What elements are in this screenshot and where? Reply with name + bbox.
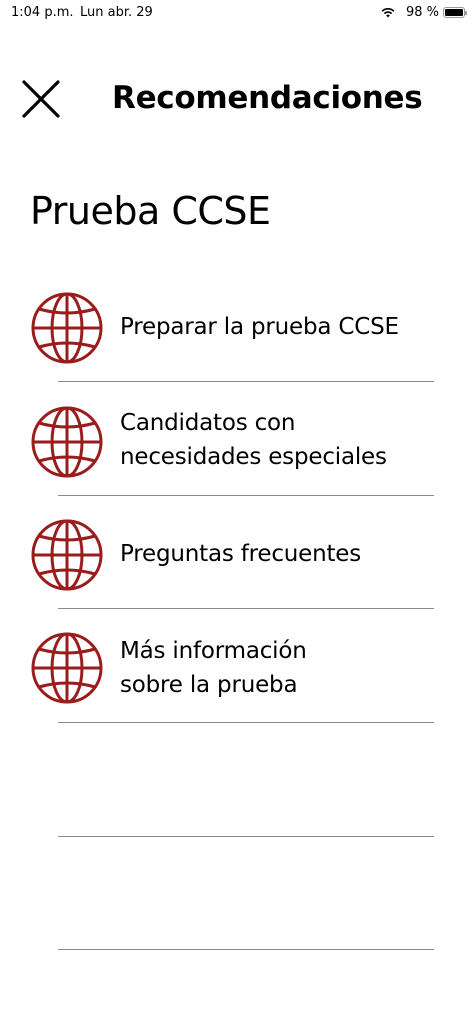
menu-item-label: Más información sobre la prueba [120,634,307,702]
globe-icon [31,406,103,478]
menu-item-label-line1: Preguntas frecuentes [120,541,362,567]
globe-icon [31,292,103,364]
divider [58,722,434,723]
battery-icon [443,7,467,18]
menu-item-label-line1: Más información [120,638,307,664]
close-icon [22,80,60,118]
close-button[interactable] [18,76,64,122]
menu-item-preparar[interactable]: Preparar la prueba CCSE [0,269,473,382]
section-title: Prueba CCSE [30,189,271,233]
status-time: 1:04 p.m. [11,5,74,20]
status-bar: 1:04 p.m. Lun abr. 29 98 % [0,0,473,26]
menu-item-label-line1: Preparar la prueba CCSE [120,314,399,340]
page-title: Recomendaciones [112,80,423,116]
status-date: Lun abr. 29 [80,5,153,20]
divider [58,949,434,950]
battery-level [445,9,463,16]
menu-item-label-line2: sobre la prueba [120,672,298,698]
menu-item-label: Candidatos con necesidades especiales [120,406,387,474]
globe-icon [31,519,103,591]
status-indicators: 98 % [381,5,467,20]
menu-item-label: Preguntas frecuentes [120,537,361,571]
battery-percentage: 98 % [405,5,439,20]
menu-item-preguntas[interactable]: Preguntas frecuentes [0,496,473,609]
menu-item-label-line1: Candidatos con [120,410,296,436]
menu-item-mas-informacion[interactable]: Más información sobre la prueba [0,609,473,722]
menu-item-label: Preparar la prueba CCSE [120,310,399,344]
menu-item-candidatos[interactable]: Candidatos con necesidades especiales [0,382,473,495]
wifi-icon [381,8,395,18]
menu-item-label-line2: necesidades especiales [120,444,387,470]
globe-icon [31,632,103,704]
divider [58,836,434,837]
